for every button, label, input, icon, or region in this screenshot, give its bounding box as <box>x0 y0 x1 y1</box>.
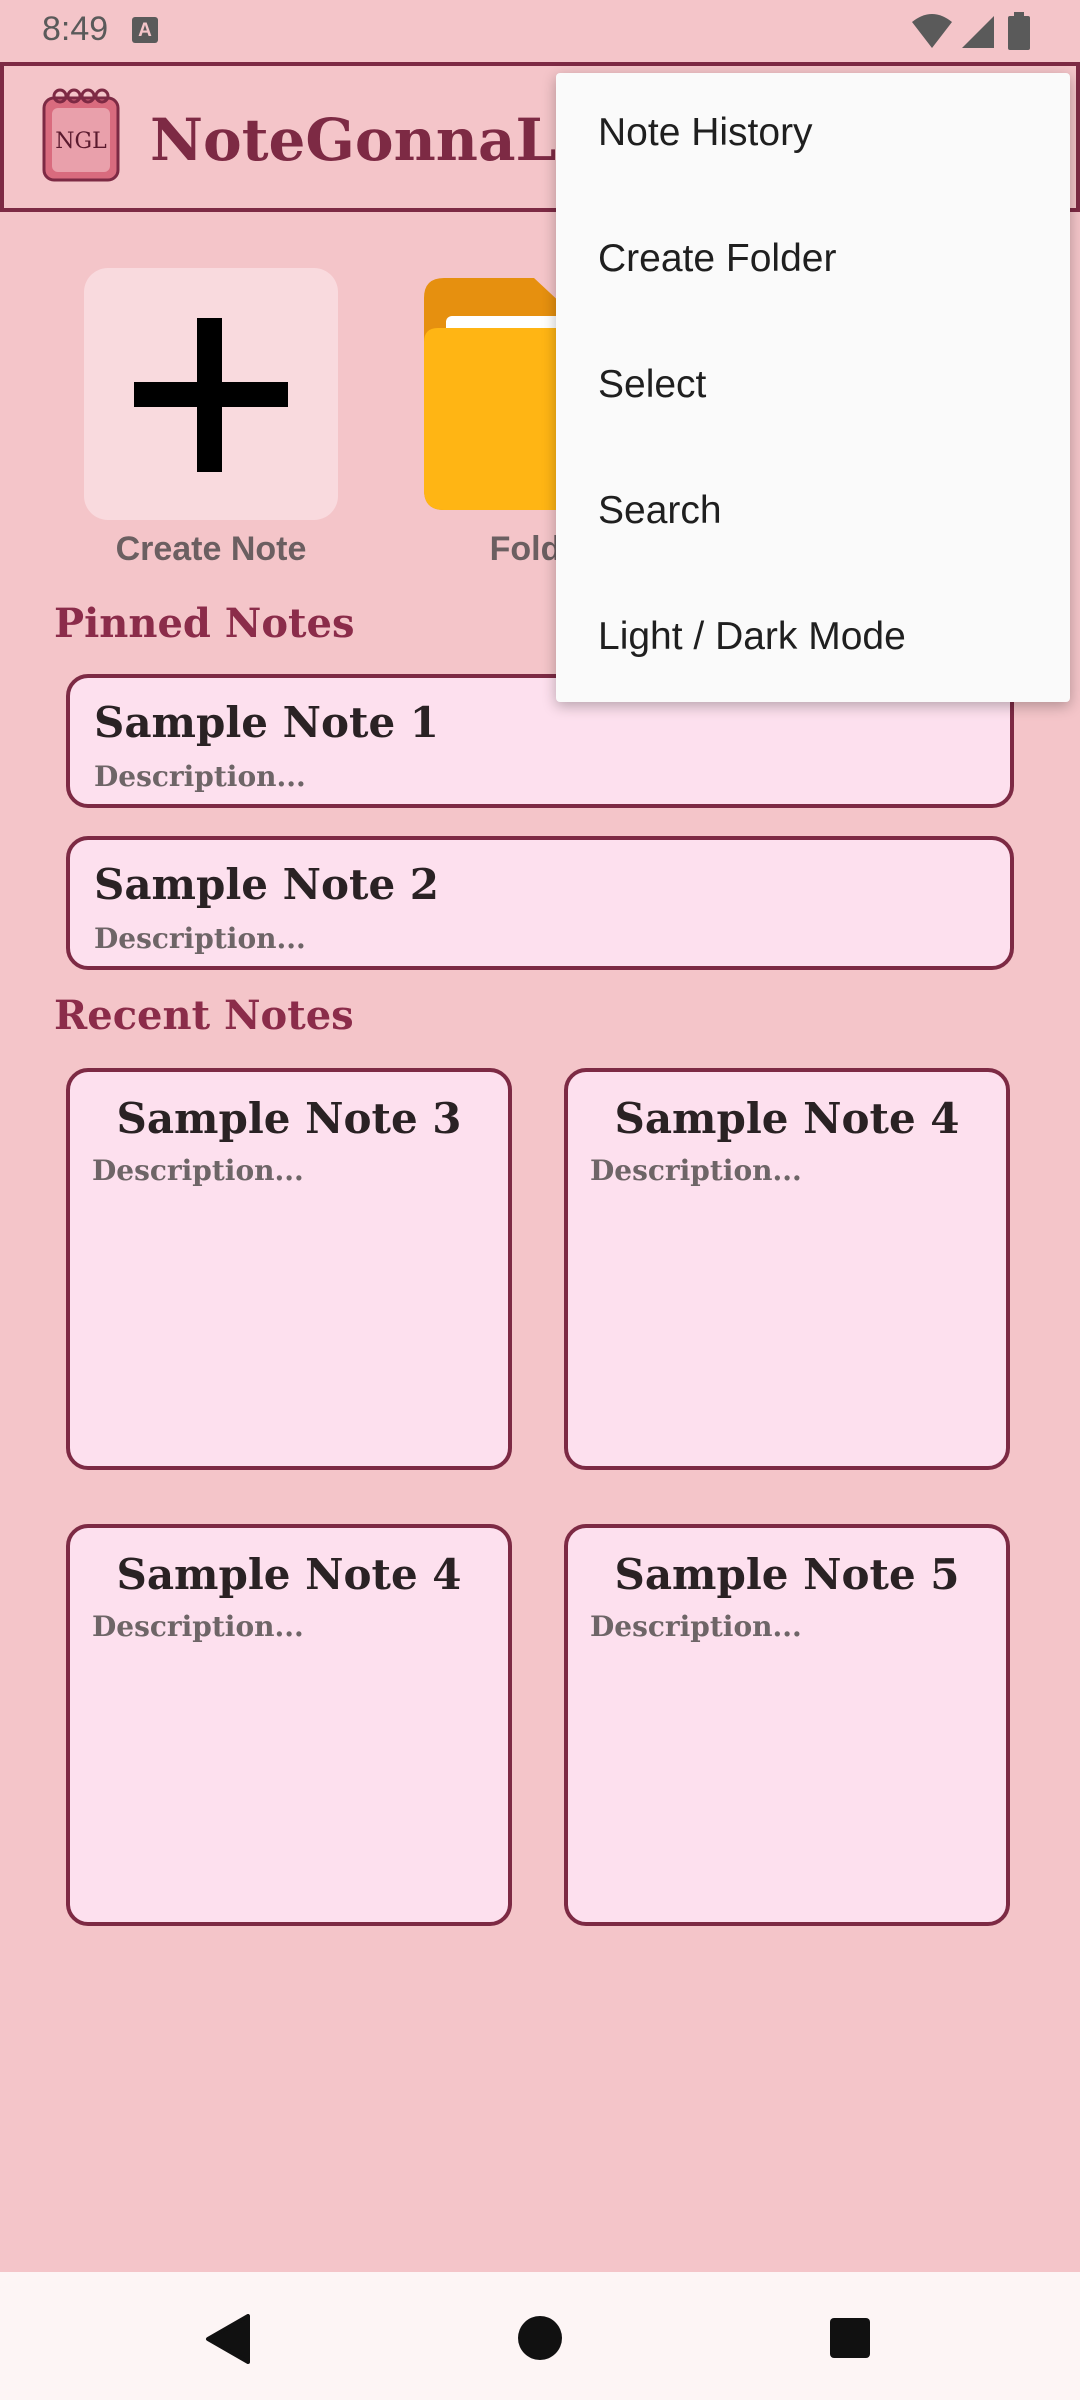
recent-note-card[interactable]: Sample Note 3 Description... <box>66 1068 512 1470</box>
app-logo-notepad-icon: NGL <box>42 88 120 182</box>
note-title: Sample Note 4 <box>614 1094 960 1143</box>
recents-icon[interactable] <box>830 2318 870 2358</box>
create-note-label: Create Note <box>115 530 307 568</box>
recent-notes-heading: Recent Notes <box>54 992 354 1039</box>
status-icons <box>910 12 1050 50</box>
cellular-signal-icon <box>962 16 994 48</box>
status-time: 8:49 <box>42 10 109 48</box>
pinned-notes-heading: Pinned Notes <box>54 600 355 647</box>
note-description: Description... <box>94 760 306 793</box>
overflow-menu: Note History Create Folder Select Search… <box>556 73 1070 702</box>
menu-item-light-dark-mode[interactable]: Light / Dark Mode <box>598 615 906 659</box>
back-icon[interactable] <box>204 2314 252 2364</box>
menu-item-note-history[interactable]: Note History <box>598 111 813 155</box>
menu-item-create-folder[interactable]: Create Folder <box>598 237 836 281</box>
note-title: Sample Note 5 <box>614 1550 960 1599</box>
notification-a-icon: A <box>132 17 158 43</box>
status-bar: 8:49 A <box>0 0 1080 62</box>
note-description: Description... <box>590 1154 802 1187</box>
pinned-note-card[interactable]: Sample Note 2 Description... <box>66 836 1014 970</box>
note-title: Sample Note 1 <box>94 698 440 747</box>
battery-icon <box>1008 12 1030 50</box>
plus-icon-bar <box>134 382 288 407</box>
note-title: Sample Note 3 <box>116 1094 462 1143</box>
recent-note-card[interactable]: Sample Note 4 Description... <box>564 1068 1010 1470</box>
wifi-icon <box>912 14 952 48</box>
home-icon[interactable] <box>518 2316 562 2360</box>
note-description: Description... <box>92 1154 304 1187</box>
note-title: Sample Note 4 <box>116 1550 462 1599</box>
recent-note-card[interactable]: Sample Note 4 Description... <box>66 1524 512 1926</box>
recent-note-card[interactable]: Sample Note 5 Description... <box>564 1524 1010 1926</box>
menu-item-select[interactable]: Select <box>598 363 706 407</box>
note-title: Sample Note 2 <box>94 860 440 909</box>
note-description: Description... <box>92 1610 304 1643</box>
note-description: Description... <box>590 1610 802 1643</box>
logo-text: NGL <box>55 129 107 154</box>
menu-item-search[interactable]: Search <box>598 489 722 533</box>
app-title: NoteGonnaLie <box>150 106 616 174</box>
note-description: Description... <box>94 922 306 955</box>
system-nav-bar <box>0 2272 1080 2400</box>
create-note-button[interactable] <box>84 268 338 520</box>
